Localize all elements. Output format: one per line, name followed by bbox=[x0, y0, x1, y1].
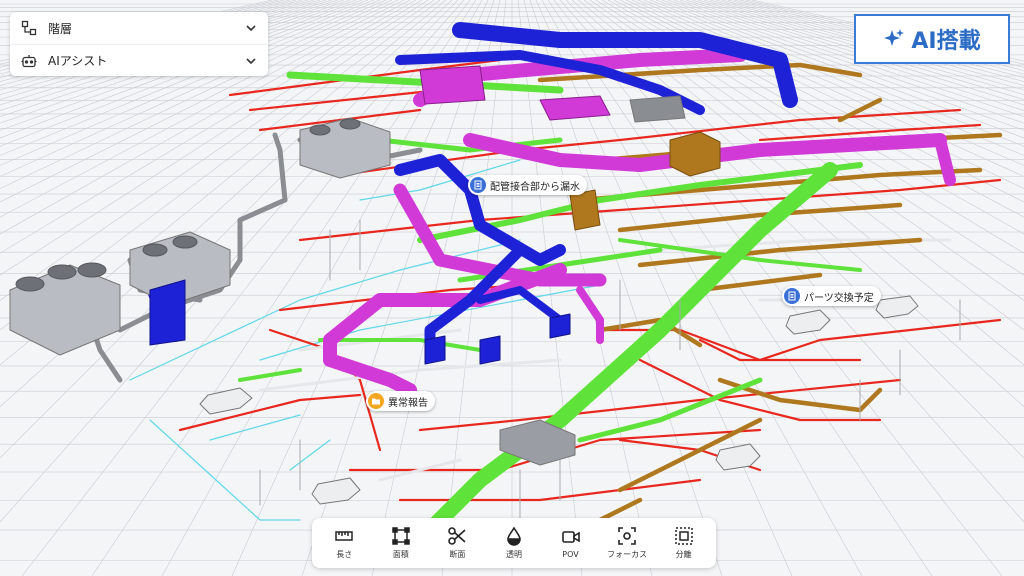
tool-focus[interactable]: フォーカス bbox=[601, 521, 653, 565]
separate-icon bbox=[674, 526, 694, 546]
issue-tag-label: 配管接合部から漏水 bbox=[490, 178, 580, 193]
issue-tag-leak[interactable]: 配管接合部から漏水 bbox=[468, 175, 587, 195]
left-control-panel: 階層 AIアシスト bbox=[10, 12, 268, 76]
chevron-down-icon bbox=[244, 21, 258, 35]
document-icon bbox=[784, 288, 800, 304]
bottom-toolbar: 長さ 面積 断面 透明 POV フォーカス bbox=[312, 518, 716, 568]
video-camera-icon bbox=[561, 527, 581, 547]
tool-label: POV bbox=[562, 550, 578, 559]
issue-tag-parts-replacement[interactable]: パーツ交換予定 bbox=[782, 286, 881, 306]
hierarchy-icon bbox=[20, 19, 38, 37]
ruler-icon bbox=[334, 526, 354, 546]
ai-equipped-badge: AI搭載 bbox=[854, 14, 1010, 64]
focus-icon bbox=[617, 526, 637, 546]
tool-label: 長さ bbox=[336, 549, 352, 560]
tool-label: 断面 bbox=[449, 549, 465, 560]
folder-icon bbox=[368, 393, 384, 409]
floors-dropdown[interactable]: 階層 bbox=[10, 12, 268, 44]
equipment bbox=[10, 66, 918, 504]
issue-tag-label: パーツ交換予定 bbox=[804, 289, 874, 304]
tool-length[interactable]: 長さ bbox=[318, 521, 370, 565]
issue-tag-label: 異常報告 bbox=[388, 394, 428, 409]
tool-label: 面積 bbox=[393, 549, 409, 560]
ai-assist-dropdown[interactable]: AIアシスト bbox=[10, 44, 268, 76]
tool-separate[interactable]: 分離 bbox=[658, 521, 710, 565]
tool-label: 透明 bbox=[506, 549, 522, 560]
issue-tag-anomaly-report[interactable]: 異常報告 bbox=[366, 391, 435, 411]
tool-transparency[interactable]: 透明 bbox=[488, 521, 540, 565]
chevron-down-icon bbox=[244, 54, 258, 68]
robot-icon bbox=[20, 52, 38, 70]
ai-badge-label: AI搭載 bbox=[911, 23, 980, 55]
ai-assist-label: AIアシスト bbox=[48, 52, 244, 69]
floors-label: 階層 bbox=[48, 20, 244, 37]
scissors-icon bbox=[447, 526, 467, 546]
droplet-icon bbox=[504, 526, 524, 546]
tool-area[interactable]: 面積 bbox=[375, 521, 427, 565]
tool-pov[interactable]: POV bbox=[545, 521, 597, 565]
area-icon bbox=[391, 526, 411, 546]
sparkle-icon bbox=[883, 28, 905, 50]
document-icon bbox=[470, 177, 486, 193]
tool-section[interactable]: 断面 bbox=[431, 521, 483, 565]
tool-label: フォーカス bbox=[607, 549, 647, 560]
tool-label: 分離 bbox=[676, 549, 692, 560]
